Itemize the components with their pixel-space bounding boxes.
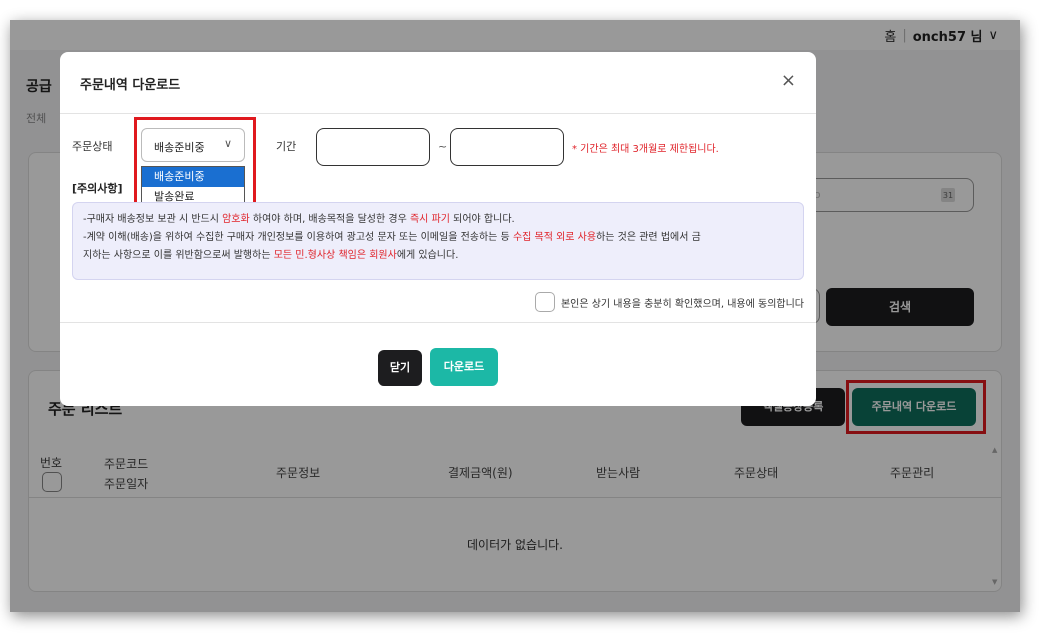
modal-header: 주문내역 다운로드 × bbox=[60, 52, 816, 114]
notice-highlight: 수집 목적 외로 사용 bbox=[512, 232, 597, 243]
notice-text: 되어야 합니다. bbox=[449, 214, 515, 225]
notice-text: 지하는 사항으로 이를 위반함으로써 발행하는 bbox=[83, 250, 274, 261]
notice-line-1: -구매자 배송정보 보관 시 반드시 암호화 하여야 하며, 배송목적을 달성한… bbox=[83, 211, 793, 229]
period-separator: ~ bbox=[438, 140, 448, 153]
app-window: 홈 | onch57 님 ∨ 공급 전체 To 31 검색 주문 리스트 엑셀송… bbox=[10, 20, 1020, 612]
notice-line-2: -계약 이해(배송)을 위하여 수집한 구매자 개인정보를 이용하여 광고성 문… bbox=[83, 229, 793, 247]
notice-box: -구매자 배송정보 보관 시 반드시 암호화 하여야 하며, 배송목적을 달성한… bbox=[72, 202, 804, 280]
highlight-box bbox=[134, 117, 256, 207]
download-button[interactable]: 다운로드 bbox=[430, 348, 498, 386]
modal-title: 주문내역 다운로드 bbox=[80, 78, 181, 93]
notice-highlight: 즉시 파기 bbox=[409, 214, 450, 225]
notice-highlight: 암호화 bbox=[222, 214, 250, 225]
notice-text: -계약 이해(배송)을 위하여 수집한 구매자 개인정보를 이용하여 광고성 문… bbox=[83, 232, 513, 243]
period-label: 기간 bbox=[276, 140, 297, 153]
notice-text: -구매자 배송정보 보관 시 반드시 bbox=[83, 214, 223, 225]
screen: 홈 | onch57 님 ∨ 공급 전체 To 31 검색 주문 리스트 엑셀송… bbox=[0, 0, 1052, 644]
period-end-input[interactable] bbox=[450, 128, 564, 166]
notice-line-3: 지하는 사항으로 이를 위반함으로써 발행하는 모든 민.형사상 책임은 회원사… bbox=[83, 247, 793, 265]
agree-row[interactable]: 본인은 상기 내용을 충분히 확인했으며, 내용에 동의합니다 bbox=[534, 292, 804, 312]
notice-text: 에게 있습니다. bbox=[396, 250, 459, 261]
notice-text: 하는 것은 관련 법에서 금 bbox=[596, 232, 701, 243]
modal-divider bbox=[60, 322, 816, 323]
period-start-input[interactable] bbox=[316, 128, 430, 166]
period-note: * 기간은 최대 3개월로 제한됩니다. bbox=[572, 144, 719, 155]
notice-highlight: 모든 민.형사상 책임은 회원사 bbox=[273, 250, 397, 261]
notice-text: 하여야 하며, 배송목적을 달성한 경우 bbox=[249, 214, 410, 225]
close-button[interactable]: 닫기 bbox=[378, 350, 422, 386]
close-icon[interactable]: × bbox=[781, 70, 796, 92]
download-modal: 주문내역 다운로드 × 주문상태 배송준비중 ∨ 배송준비중 발송완료 기간 ~… bbox=[60, 52, 816, 406]
status-label: 주문상태 bbox=[72, 140, 113, 153]
notice-title: [주의사항] bbox=[72, 182, 123, 195]
agree-checkbox[interactable] bbox=[534, 292, 555, 312]
agree-label[interactable]: 본인은 상기 내용을 충분히 확인했으며, 내용에 동의합니다 bbox=[561, 295, 804, 310]
